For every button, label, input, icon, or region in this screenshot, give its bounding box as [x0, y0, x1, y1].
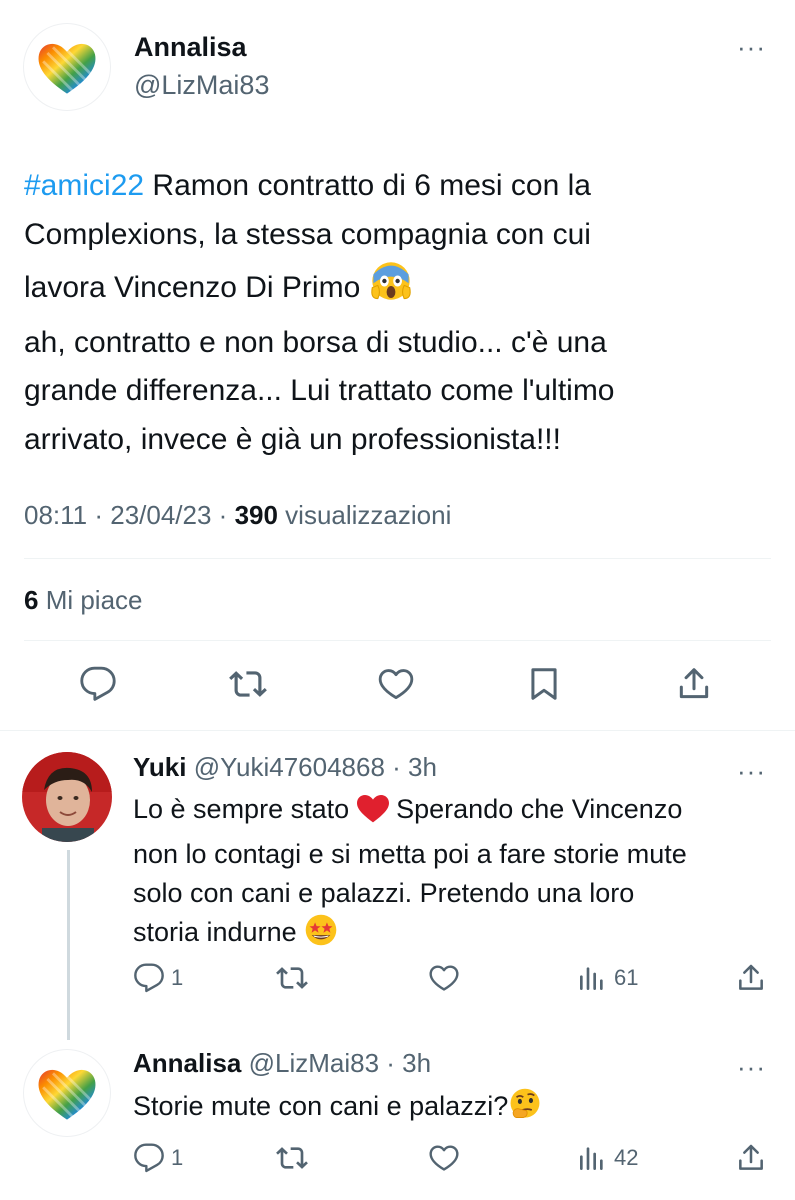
likes-summary[interactable]: 6 Mi piace [24, 585, 143, 616]
retweet-button[interactable] [276, 1142, 308, 1174]
author-name[interactable]: Annalisa [133, 1048, 241, 1078]
share-button[interactable] [735, 1142, 767, 1174]
reply-text-line: non lo contagi e si metta poi a fare sto… [133, 839, 687, 869]
divider [0, 730, 795, 731]
likes-label: Mi piace [38, 585, 143, 615]
speech-bubble-icon [133, 962, 165, 994]
like-button[interactable] [428, 1142, 460, 1174]
avatar[interactable] [24, 1050, 110, 1136]
more-options-icon[interactable]: ··· [737, 758, 766, 784]
share-icon [675, 665, 713, 703]
divider [24, 558, 771, 559]
reply-text: Storie mute con cani e palazzi? [133, 1087, 763, 1132]
reply-text-line: Sperando che Vincenzo [388, 794, 683, 824]
retweet-button[interactable] [276, 962, 308, 994]
thread-line [67, 850, 70, 1040]
tweet-text-line: Complexions, la stessa compagnia con cui [24, 217, 591, 251]
share-icon [735, 962, 767, 994]
bookmark-icon [525, 665, 563, 703]
retweet-button[interactable] [226, 662, 270, 706]
bar-chart-icon [576, 1142, 608, 1174]
tweet-text: #amici22 Ramon contratto di 6 mesi con l… [24, 162, 754, 464]
tweet-meta: 08:11 · 23/04/23 · 390 visualizzazioni [24, 500, 451, 531]
speech-bubble-icon [133, 1142, 165, 1174]
tweet-text-line: grande differenza... Lui trattato come l… [24, 374, 615, 407]
like-button[interactable] [428, 962, 460, 994]
thinking-face-emoji-icon [508, 1087, 542, 1132]
author-name[interactable]: Annalisa [134, 32, 247, 63]
main-tweet: Annalisa @LizMai83 ··· #amici22 Ramon co… [0, 0, 795, 730]
tweet-text-line: Ramon contratto di 6 mesi con la [144, 169, 591, 202]
views-count: 61 [614, 965, 639, 990]
views-button[interactable]: 61 [576, 962, 638, 994]
speech-bubble-icon [79, 665, 117, 703]
author-avatar[interactable] [24, 24, 110, 110]
reply-count: 1 [171, 965, 184, 990]
star-struck-emoji-icon [304, 913, 338, 958]
reply-button[interactable] [76, 662, 120, 706]
reply-button[interactable]: 1 [133, 1142, 183, 1174]
more-options-icon[interactable]: ··· [737, 34, 766, 60]
author-name[interactable]: Yuki [133, 752, 186, 782]
reply-text-line: Lo è sempre stato [133, 794, 357, 824]
reply-text-line: Storie mute con cani e palazzi? [133, 1091, 509, 1121]
author-handle[interactable]: @LizMai83 [134, 70, 269, 101]
scream-emoji-icon [369, 259, 413, 319]
timestamp[interactable]: 08:11 · 23/04/23 · [24, 500, 235, 530]
heart-icon [428, 1142, 460, 1174]
tweet-text-line: ah, contratto e non borsa di studio... c… [24, 325, 607, 359]
reply-header: Yuki @Yuki47604868 · 3h [133, 752, 437, 783]
bookmark-button[interactable] [522, 662, 566, 706]
reply-text-line: solo con cani e palazzi. Pretendo una lo… [133, 878, 635, 908]
reply-count: 1 [171, 1145, 184, 1170]
tweet-text-line: lavora Vincenzo Di Primo [24, 271, 369, 304]
views-count: 42 [614, 1145, 639, 1170]
red-heart-emoji-icon [356, 794, 389, 835]
share-button[interactable] [672, 662, 716, 706]
avatar[interactable] [22, 752, 112, 842]
retweet-icon [229, 665, 267, 703]
divider [24, 640, 771, 641]
retweet-icon [276, 1142, 308, 1174]
bar-chart-icon [576, 962, 608, 994]
share-button[interactable] [735, 962, 767, 994]
rainbow-heart-icon [32, 32, 102, 102]
more-options-icon[interactable]: ··· [737, 1054, 766, 1080]
reply-button[interactable]: 1 [133, 962, 183, 994]
views-button[interactable]: 42 [576, 1142, 638, 1174]
views-label: visualizzazioni [277, 500, 452, 530]
user-photo-icon [22, 752, 112, 842]
tweet-text-line: arrivato, invece è già un professionista… [24, 422, 561, 456]
share-icon [735, 1142, 767, 1174]
author-handle[interactable]: @LizMai83 · 3h [249, 1048, 431, 1078]
views-count: 390 [234, 500, 278, 530]
reply-text: Lo è sempre stato Sperando che Vincenzo … [133, 790, 763, 958]
heart-icon [377, 665, 415, 703]
like-button[interactable] [374, 662, 418, 706]
reply-text-line: storia indurne [133, 917, 305, 947]
hashtag-link[interactable]: #amici22 [24, 169, 144, 202]
likes-count: 6 [24, 585, 39, 615]
rainbow-heart-icon [32, 1058, 102, 1128]
reply-header: Annalisa @LizMai83 · 3h [133, 1048, 431, 1079]
author-handle[interactable]: @Yuki47604868 · 3h [194, 752, 437, 782]
retweet-icon [276, 962, 308, 994]
heart-icon [428, 962, 460, 994]
